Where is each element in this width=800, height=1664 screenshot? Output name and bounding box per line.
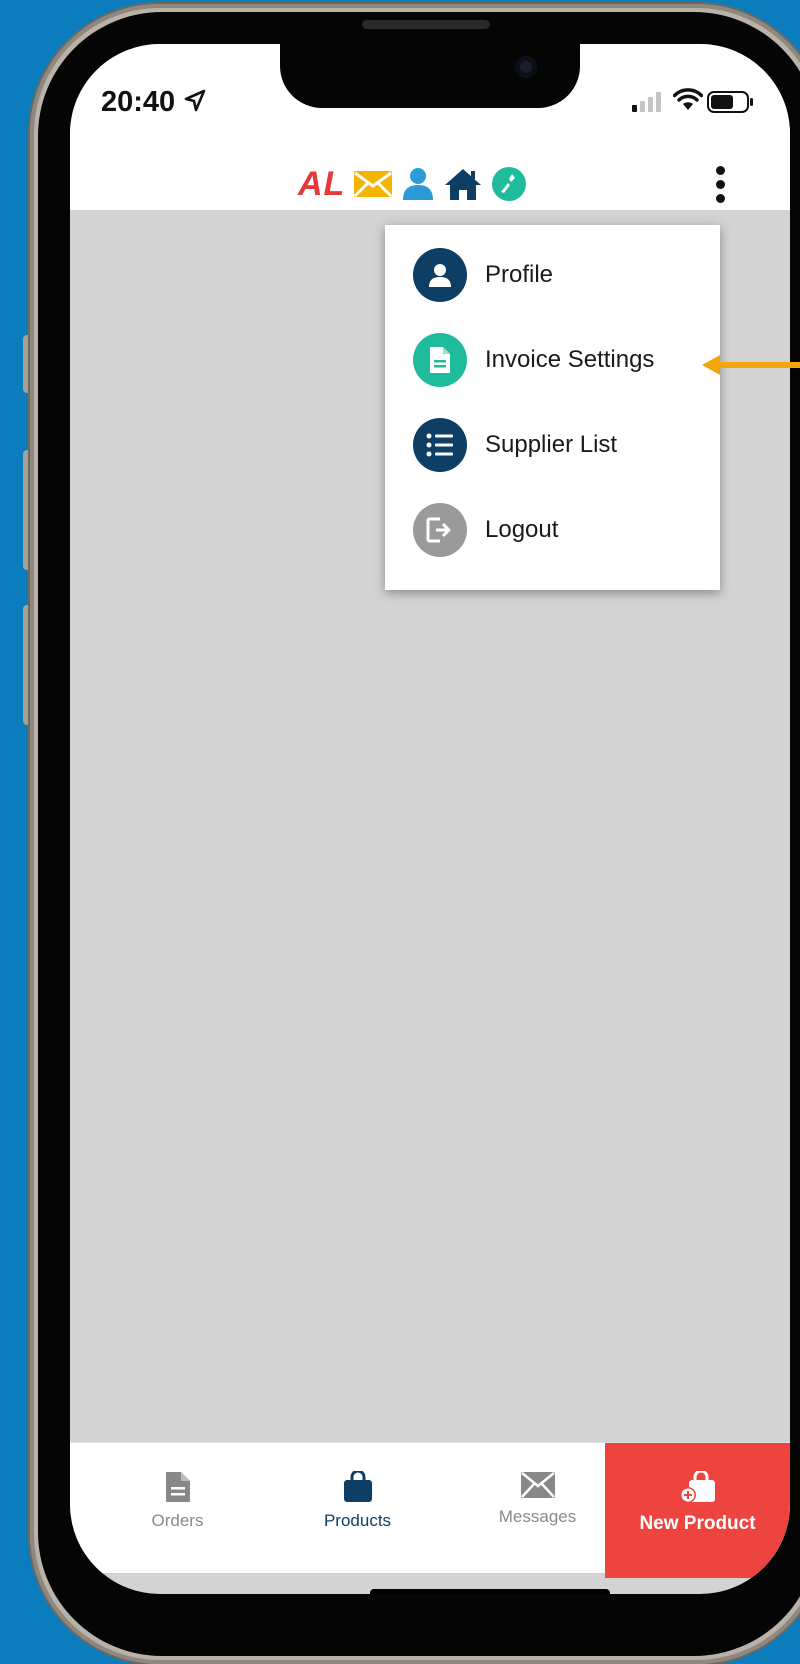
dot [715,165,725,175]
more-options-button[interactable] [700,159,740,209]
new-product-button[interactable]: New Product [605,1443,790,1578]
battery-icon [707,91,753,113]
menu-item-invoice-settings[interactable]: Invoice Settings [385,320,720,400]
tab-orders[interactable]: Orders [100,1443,255,1573]
tab-label: New Product [639,1513,756,1534]
envelope-icon [354,171,393,198]
speaker-grille [362,20,490,29]
dot [715,193,725,203]
menu-item-label: Supplier List [485,431,618,458]
home-icon [445,169,482,200]
tab-label: Messages [498,1507,577,1526]
options-dropdown-menu: Profile Invoice Settings Supplier List L… [385,225,720,590]
front-camera [515,56,537,78]
envelope-icon [520,1472,555,1498]
phone-screen: 20:40 AL Profile Invoice Settings Suppli… [70,44,790,1594]
document-icon [413,333,467,387]
user-icon [403,168,434,200]
tab-messages[interactable]: Messages [460,1443,615,1573]
tab-label: Orders [151,1511,204,1530]
nz-map-icon [492,167,527,201]
menu-item-supplier-list[interactable]: Supplier List [385,405,720,485]
logout-icon [413,503,467,557]
wifi-icon [673,88,703,110]
app-logo: AL [298,164,527,204]
menu-item-logout[interactable]: Logout [385,490,720,570]
home-indicator [370,1589,610,1594]
location-arrow-icon [184,89,206,112]
cellular-signal-icon [632,92,661,112]
add-product-icon [679,1471,715,1503]
bottom-tab-bar: Orders Products Messages New Product [70,1442,790,1578]
tab-label: Products [323,1511,392,1530]
menu-item-label: Profile [485,261,554,288]
person-icon [413,248,467,302]
document-icon [165,1472,190,1502]
shopping-bag-icon [343,1471,372,1502]
dot [715,179,725,189]
tab-products[interactable]: Products [280,1443,435,1573]
notch [280,44,580,108]
pointer-arrow-icon [702,355,800,375]
menu-item-label: Invoice Settings [485,346,655,373]
list-icon [413,418,467,472]
menu-item-profile[interactable]: Profile [385,235,720,315]
menu-item-label: Logout [485,516,559,543]
logo-text: AL [298,164,346,203]
status-time: 20:40 [101,86,176,118]
